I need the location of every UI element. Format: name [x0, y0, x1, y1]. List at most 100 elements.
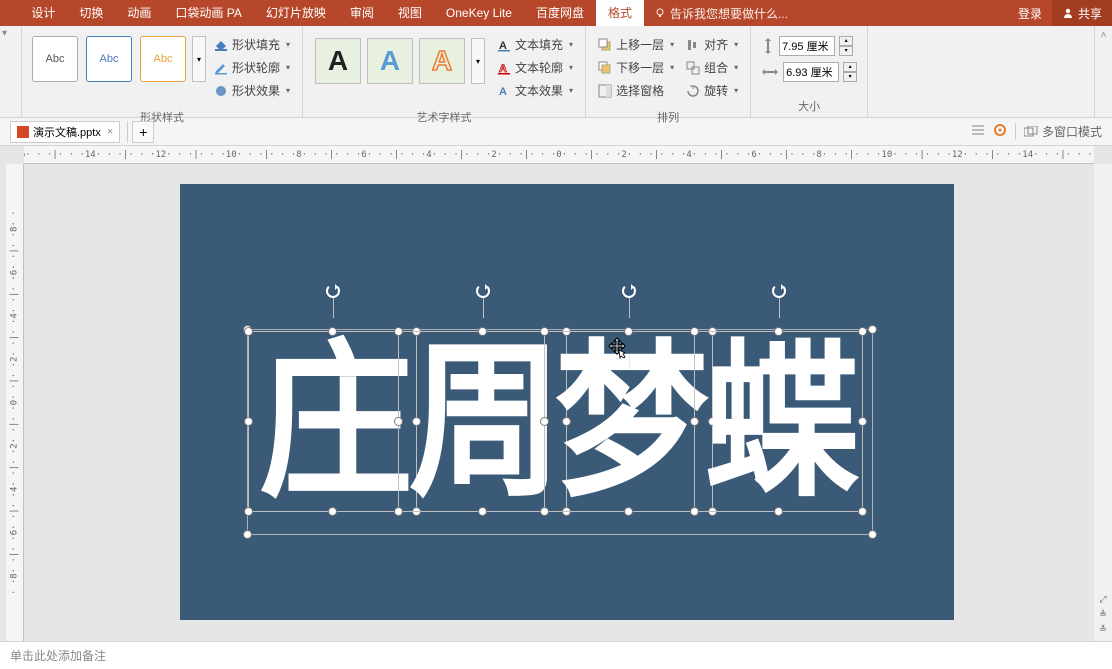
- canvas-scroll[interactable]: 庄 周: [24, 164, 1094, 641]
- vertical-ruler: · ·8· ·|· ·6· ·|· ·4· ·|· ·2· ·|· ·0· ·|…: [6, 164, 24, 641]
- rotate-handle-icon[interactable]: [772, 284, 786, 298]
- width-icon: [761, 65, 779, 79]
- selection-pane-button[interactable]: 选择窗格: [594, 80, 678, 101]
- ribbon: ▾ Abc Abc Abc ▾ 形状填充▾ 形状轮廓▾ 形状效果▾: [0, 26, 1112, 118]
- shape-style-preset-3[interactable]: Abc: [140, 36, 186, 82]
- align-label: 对齐: [704, 36, 728, 53]
- tab-baidu[interactable]: 百度网盘: [524, 0, 596, 26]
- tab-view[interactable]: 视图: [386, 0, 434, 26]
- tab-slideshow[interactable]: 幻灯片放映: [254, 0, 338, 26]
- outline-toggle-icon[interactable]: [971, 123, 985, 140]
- group-icon: [686, 61, 700, 75]
- bring-forward-button[interactable]: 上移一层▾: [594, 34, 678, 55]
- width-row: ▴▾: [761, 62, 857, 82]
- ppt-file-icon: [17, 126, 29, 138]
- tell-me-input[interactable]: 告诉我您想要做什么...: [644, 5, 798, 22]
- person-icon: [1062, 7, 1074, 19]
- group-arrange-label: 排列: [586, 109, 750, 128]
- document-tab-label: 演示文稿.pptx: [33, 124, 101, 140]
- height-spinner[interactable]: ▴▾: [839, 36, 853, 56]
- wordart-gallery-more[interactable]: ▾: [471, 38, 485, 84]
- text-box-4[interactable]: 蝶: [699, 336, 858, 507]
- shape-effects-label: 形状效果: [232, 82, 280, 99]
- text-outline-label: 文本轮廓: [515, 59, 563, 76]
- group-wordart-styles: A A A ▾ A 文本填充▾ A 文本轮廓▾ A 文本效果▾: [303, 26, 586, 117]
- settings-gear-icon[interactable]: [993, 123, 1007, 140]
- close-tab-icon[interactable]: ×: [107, 126, 113, 138]
- wordart-preset-2[interactable]: A: [367, 38, 413, 84]
- shape-effects-button[interactable]: 形状效果▾: [210, 80, 294, 101]
- height-row: ▴▾: [761, 36, 857, 56]
- shape-outline-label: 形状轮廓: [232, 59, 280, 76]
- height-input[interactable]: [779, 36, 835, 56]
- shape-style-preset-2[interactable]: Abc: [86, 36, 132, 82]
- tab-onekey[interactable]: OneKey Lite: [434, 0, 524, 26]
- bring-forward-label: 上移一层: [616, 36, 664, 53]
- horizontal-ruler: · · ·16· · ·|· · ·14· · ·|· · ·12· · ·|·…: [24, 146, 1094, 164]
- tab-design[interactable]: 设计: [19, 0, 67, 26]
- slide[interactable]: 庄 周: [180, 184, 954, 620]
- notes-placeholder: 单击此处添加备注: [10, 647, 106, 664]
- lightbulb-icon: [654, 7, 666, 19]
- text-outline-button[interactable]: A 文本轮廓▾: [493, 57, 577, 78]
- text-box-2[interactable]: 周: [403, 336, 562, 507]
- rotate-handle-icon[interactable]: [326, 284, 340, 298]
- char-1: 庄: [258, 338, 407, 506]
- collapse-ribbon-button[interactable]: ˄: [1094, 26, 1112, 117]
- scroll-fit-icon[interactable]: ⤢: [1099, 594, 1106, 605]
- tab-review[interactable]: 审阅: [338, 0, 386, 26]
- shape-style-gallery-more[interactable]: ▾: [192, 36, 206, 82]
- align-button[interactable]: 对齐▾: [682, 34, 742, 55]
- rotate-handle-icon[interactable]: [476, 284, 490, 298]
- send-backward-button[interactable]: 下移一层▾: [594, 57, 678, 78]
- tell-me-label: 告诉我您想要做什么...: [670, 5, 788, 22]
- tab-cut-left[interactable]: [0, 0, 19, 26]
- login-button[interactable]: 登录: [1008, 5, 1052, 22]
- notes-pane[interactable]: 单击此处添加备注: [0, 641, 1112, 669]
- wordart-preset-3[interactable]: A: [419, 38, 465, 84]
- selection-pane-icon: [598, 84, 612, 98]
- ribbon-left-sliver: ▾: [0, 26, 22, 117]
- tab-pocket-anim[interactable]: 口袋动画 PA: [163, 0, 253, 26]
- selection-group[interactable]: 庄 周: [253, 336, 867, 528]
- group-shape-styles: Abc Abc Abc ▾ 形状填充▾ 形状轮廓▾ 形状效果▾ 形状样式: [22, 26, 303, 117]
- text-effects-label: 文本效果: [515, 82, 563, 99]
- shape-style-preset-1[interactable]: Abc: [32, 36, 78, 82]
- tab-transition[interactable]: 切换: [67, 0, 115, 26]
- rotate-label: 旋转: [704, 82, 728, 99]
- shape-fill-button[interactable]: 形状填充▾: [210, 34, 294, 55]
- new-document-tab[interactable]: +: [132, 121, 154, 143]
- ribbon-tabs-bar: 设计 切换 动画 口袋动画 PA 幻灯片放映 审阅 视图 OneKey Lite…: [0, 0, 1112, 26]
- width-spinner[interactable]: ▴▾: [843, 62, 857, 82]
- pen-icon: [214, 61, 228, 75]
- tab-animation[interactable]: 动画: [115, 0, 163, 26]
- tab-format[interactable]: 格式: [596, 0, 644, 26]
- char-4: 蝶: [704, 338, 853, 506]
- scroll-prev-icon[interactable]: ≜: [1099, 609, 1107, 620]
- group-arrange: 上移一层▾ 下移一层▾ 选择窗格 对齐▾ 组合▾: [586, 26, 751, 117]
- document-tab[interactable]: 演示文稿.pptx ×: [10, 121, 120, 143]
- group-button[interactable]: 组合▾: [682, 57, 742, 78]
- group-label: 组合: [704, 59, 728, 76]
- char-2: 周: [408, 338, 557, 506]
- align-icon: [686, 38, 700, 52]
- vertical-scrollbar[interactable]: ⤢ ≜ ≛: [1094, 164, 1112, 641]
- text-effects-button[interactable]: A 文本效果▾: [493, 80, 577, 101]
- share-label: 共享: [1078, 5, 1102, 22]
- text-box-3[interactable]: 梦: [549, 336, 708, 507]
- height-icon: [761, 37, 775, 55]
- rotate-button[interactable]: 旋转▾: [682, 80, 742, 101]
- rotate-icon: [686, 84, 700, 98]
- multi-window-label: 多窗口模式: [1042, 123, 1102, 140]
- multi-window-mode-button[interactable]: 多窗口模式: [1015, 123, 1102, 140]
- wordart-preset-1[interactable]: A: [315, 38, 361, 84]
- text-fill-button[interactable]: A 文本填充▾: [493, 34, 577, 55]
- scroll-next-icon[interactable]: ≛: [1099, 624, 1107, 635]
- text-box-1[interactable]: 庄: [253, 336, 412, 507]
- share-button[interactable]: 共享: [1052, 0, 1112, 26]
- shape-outline-button[interactable]: 形状轮廓▾: [210, 57, 294, 78]
- width-input[interactable]: [783, 62, 839, 82]
- rotate-handle-icon[interactable]: [622, 284, 636, 298]
- svg-text:A: A: [499, 86, 507, 98]
- send-backward-label: 下移一层: [616, 59, 664, 76]
